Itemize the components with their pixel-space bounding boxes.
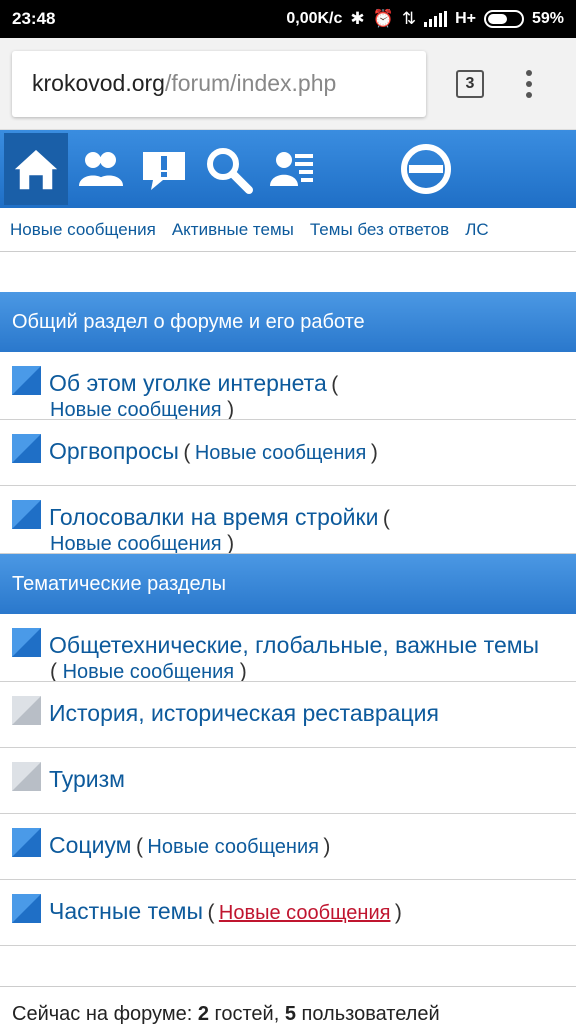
forum-title[interactable]: Оргвопросы xyxy=(49,438,179,464)
forum-new-posts-line: ( Новые сообщения ) xyxy=(50,660,247,682)
address-bar[interactable]: krokovod.org/forum/index.php xyxy=(12,50,426,117)
url-host: krokovod.org xyxy=(32,70,165,96)
link-new-posts[interactable]: Новые сообщения xyxy=(10,220,156,240)
overflow-menu-icon[interactable] xyxy=(526,69,532,98)
paren: ) xyxy=(323,835,331,858)
new-posts-link[interactable]: Новые сообщения xyxy=(63,661,235,681)
link-unanswered[interactable]: Темы без ответов xyxy=(310,220,449,240)
signal-icon xyxy=(424,11,448,27)
paren: ( xyxy=(207,901,215,924)
forum-row: Голосовалки на время стройки ( Новые соо… xyxy=(0,486,576,554)
forum-new-posts-line: Новые сообщения ) xyxy=(50,532,235,554)
alert-icon[interactable] xyxy=(132,133,196,205)
new-posts-link[interactable]: Новые сообщения xyxy=(50,399,222,419)
new-posts-link[interactable]: Новые сообщения xyxy=(195,442,367,464)
status-bar: 23:48 0,00K/c ✱ ⏰ ⇅ H+ 59% xyxy=(0,0,576,38)
forum-title[interactable]: Частные темы xyxy=(49,898,203,924)
new-posts-link-visited[interactable]: Новые сообщения xyxy=(219,902,391,924)
forum-new-icon xyxy=(12,500,41,529)
online-stats: Сейчас на форуме: 2 гостей, 5 пользовате… xyxy=(0,986,576,1024)
paren: ( xyxy=(382,507,390,530)
paren: ( xyxy=(331,373,339,396)
forum-new-icon xyxy=(12,434,41,463)
browser-toolbar: krokovod.org/forum/index.php 3 xyxy=(0,38,576,130)
members-icon[interactable] xyxy=(260,133,324,205)
link-pm[interactable]: ЛС xyxy=(465,220,488,240)
forum-new-icon xyxy=(12,366,41,395)
vibrate-icon: ⇅ xyxy=(401,9,417,28)
paren: ( xyxy=(183,441,191,464)
tab-switcher-button[interactable]: 3 xyxy=(456,69,484,98)
forum-read-icon xyxy=(12,762,41,791)
paren: ( xyxy=(135,835,143,858)
paren: ( xyxy=(50,660,57,682)
forum-title[interactable]: Голосовалки на время стройки xyxy=(49,504,378,530)
forum-toolbar xyxy=(0,130,576,208)
forum-title[interactable]: Социум xyxy=(49,832,131,858)
users-label: пользователей xyxy=(301,1003,440,1024)
forum-new-icon xyxy=(12,828,41,857)
forum-new-icon xyxy=(12,894,41,923)
paren: ) xyxy=(370,441,378,464)
forum-new-posts-line: Новые сообщения ) xyxy=(50,398,235,420)
users-icon[interactable] xyxy=(68,133,132,205)
home-icon[interactable] xyxy=(4,133,68,205)
paren: ) xyxy=(227,532,235,554)
new-posts-link[interactable]: Новые сообщения xyxy=(147,836,319,858)
search-icon[interactable] xyxy=(196,133,260,205)
forum-row: История, историческая реставрация xyxy=(0,682,576,748)
link-active-topics[interactable]: Активные темы xyxy=(172,220,294,240)
quick-links: Новые сообщения Активные темы Темы без о… xyxy=(0,208,576,252)
battery-icon xyxy=(483,10,524,28)
battery-percent: 59% xyxy=(531,10,564,27)
forum-row: Общетехнические, глобальные, важные темы… xyxy=(0,614,576,682)
forum-row: Частные темы ( Новые сообщения ) xyxy=(0,880,576,946)
forum-row: Туризм xyxy=(0,748,576,814)
forum-row: Об этом уголке интернета ( Новые сообщен… xyxy=(0,352,576,420)
network-speed: 0,00K/c xyxy=(286,10,343,27)
network-type: H+ xyxy=(455,10,476,27)
section-header[interactable]: Общий раздел о форуме и его работе xyxy=(0,292,576,352)
forum-title[interactable]: История, историческая реставрация xyxy=(49,700,439,726)
section-header[interactable]: Тематические разделы xyxy=(0,554,576,614)
guests-label: гостей, xyxy=(214,1003,280,1024)
paren: ) xyxy=(227,398,235,420)
forum-row: Оргвопросы ( Новые сообщения ) xyxy=(0,420,576,486)
alarm-icon: ⏰ xyxy=(372,9,394,28)
forum-read-icon xyxy=(12,696,41,725)
paren: ) xyxy=(394,901,402,924)
bluetooth-icon: ✱ xyxy=(350,9,365,28)
forum-title[interactable]: Туризм xyxy=(49,766,125,792)
forum-new-icon xyxy=(12,628,41,657)
forum-title[interactable]: Об этом уголке интернета xyxy=(49,370,327,396)
guests-count: 2 xyxy=(197,1003,209,1024)
paren: ) xyxy=(239,660,247,682)
clock: 23:48 xyxy=(12,9,56,28)
forum-title[interactable]: Общетехнические, глобальные, важные темы xyxy=(49,632,539,658)
logout-icon[interactable] xyxy=(394,133,458,205)
users-count: 5 xyxy=(284,1003,296,1024)
online-prefix: Сейчас на форуме: xyxy=(12,1003,193,1024)
new-posts-link[interactable]: Новые сообщения xyxy=(50,533,222,553)
forum-row: Социум ( Новые сообщения ) xyxy=(0,814,576,880)
url-path: /forum/index.php xyxy=(164,70,337,96)
